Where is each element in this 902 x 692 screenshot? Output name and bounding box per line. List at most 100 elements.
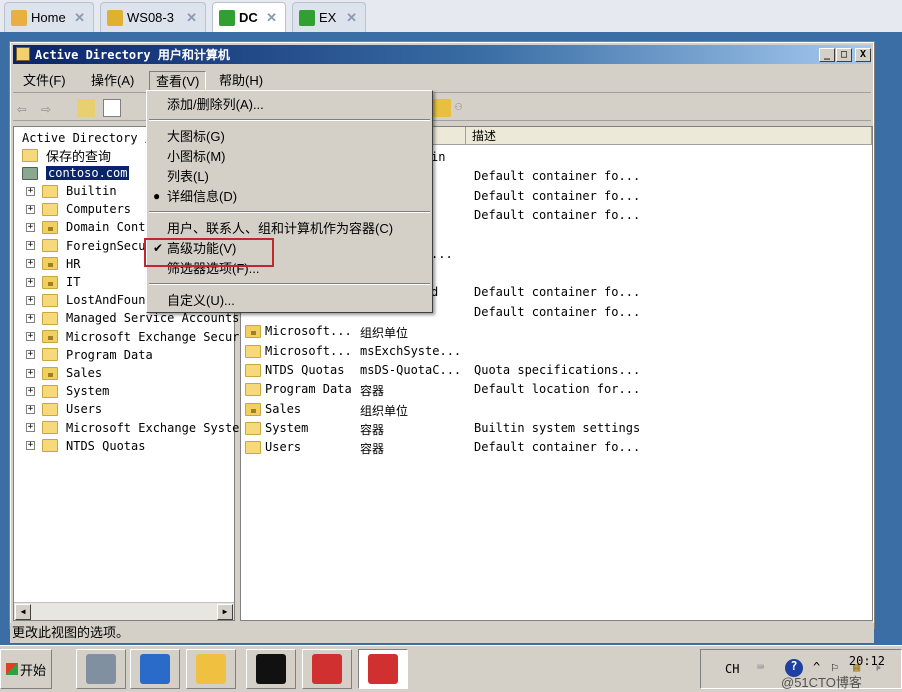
folder-icon — [42, 311, 58, 325]
scroll-left-button[interactable]: ◀ — [15, 604, 31, 620]
ou-icon — [42, 330, 58, 344]
tree-item[interactable]: + System — [26, 382, 109, 400]
view-menu-item[interactable]: 添加/删除列(A)... — [147, 95, 432, 114]
expand-icon[interactable]: + — [26, 241, 35, 251]
close-tab-icon[interactable]: ✕ — [266, 10, 277, 26]
scroll-right-button[interactable]: ▶ — [217, 604, 233, 620]
expand-icon[interactable]: + — [26, 350, 35, 360]
show-tree-icon[interactable] — [103, 99, 121, 117]
back-icon[interactable]: ⇦ — [17, 99, 35, 118]
expand-icon[interactable]: + — [26, 204, 35, 214]
expand-icon[interactable]: + — [26, 277, 35, 287]
expand-icon[interactable]: + — [26, 186, 35, 196]
list-row[interactable]: System 容器 Builtin system settings — [241, 419, 871, 438]
tree-item[interactable]: + LostAndFound — [26, 291, 153, 309]
tab-dc[interactable]: DC ✕ — [212, 2, 286, 32]
menu-separator — [149, 211, 430, 213]
toolbar: ⇦ ⇨ ⚇ — [13, 95, 871, 121]
close-tab-icon[interactable]: ✕ — [186, 10, 197, 26]
forward-icon[interactable]: ⇨ — [41, 99, 59, 118]
delegate-icon[interactable]: ⚇ — [455, 99, 473, 117]
tree-domain[interactable]: contoso.com — [22, 164, 130, 182]
tree-item[interactable]: + Builtin — [26, 182, 117, 200]
taskbar-powershell[interactable] — [130, 649, 180, 689]
ou-icon — [245, 325, 261, 339]
tree-root[interactable]: Active Directory 用 — [22, 128, 157, 146]
maximize-button[interactable]: □ — [836, 48, 852, 62]
server-manager-icon — [86, 654, 116, 684]
tree-item[interactable]: + NTDS Quotas — [26, 437, 145, 455]
menu-view[interactable]: 查看(V) — [149, 71, 207, 91]
tree-item[interactable]: + Microsoft Exchange Syste — [26, 419, 239, 437]
expand-icon[interactable]: + — [26, 295, 35, 305]
tree-item[interactable]: + Microsoft Exchange Secur — [26, 328, 239, 346]
view-menu-item[interactable]: 用户、联系人、组和计算机作为容器(C) — [147, 219, 432, 238]
expand-icon[interactable]: + — [26, 259, 35, 269]
close-tab-icon[interactable]: ✕ — [74, 10, 85, 26]
menu-bar: 文件(F) 操作(A) 查看(V) 帮助(H) — [13, 69, 871, 93]
view-menu-item[interactable]: ● 详细信息(D) — [147, 187, 432, 206]
tab-ws08-3[interactable]: WS08-3 ✕ — [100, 2, 206, 32]
tree-item[interactable]: + Program Data — [26, 346, 153, 364]
menu-action[interactable]: 操作(A) — [85, 71, 140, 91]
tree-saved-queries[interactable]: 保存的查询 — [22, 146, 111, 164]
menu-help[interactable]: 帮助(H) — [213, 71, 269, 91]
aduc-window: Active Directory 用户和计算机 _ □ X 文件(F) 操作(A)… — [9, 41, 875, 629]
view-menu-item[interactable]: 大图标(G) — [147, 127, 432, 146]
start-button[interactable]: 开始 — [0, 649, 52, 689]
tree-item[interactable]: + Computers — [26, 200, 131, 218]
folder-icon — [42, 293, 58, 307]
expand-icon[interactable]: + — [26, 386, 35, 396]
clock[interactable]: 20:12 — [825, 654, 885, 668]
list-row[interactable]: Microsoft... 组织单位 — [241, 322, 871, 341]
view-menu-dropdown: 添加/删除列(A)... 大图标(G) 小图标(M) 列表(L) ● 详细信息(D) 用户、… — [146, 90, 433, 313]
tab-ex[interactable]: EX ✕ — [292, 2, 366, 32]
list-row[interactable]: Program Data 容器 Default location for... — [241, 380, 871, 399]
close-button[interactable]: X — [855, 48, 871, 62]
tree-item[interactable]: + ForeignSecur — [26, 237, 153, 255]
list-row[interactable]: Users 容器 Default container fo... — [241, 438, 871, 457]
minimize-button[interactable]: _ — [819, 48, 835, 62]
expand-icon[interactable]: + — [26, 313, 35, 323]
expand-icon[interactable]: + — [26, 404, 35, 414]
expand-icon[interactable]: + — [26, 368, 35, 378]
close-tab-icon[interactable]: ✕ — [346, 10, 357, 26]
expand-icon[interactable]: + — [26, 441, 35, 451]
tab-home[interactable]: Home ✕ — [4, 2, 94, 32]
tree-item[interactable]: + IT — [26, 273, 80, 291]
list-row[interactable]: Sales 组织单位 — [241, 400, 871, 419]
horizontal-scrollbar[interactable]: ◀ ▶ — [14, 602, 234, 620]
view-menu-item[interactable]: 自定义(U)... — [147, 291, 432, 310]
taskbar-ad-tools[interactable] — [302, 649, 352, 689]
expand-icon[interactable]: + — [26, 332, 35, 342]
folder-icon — [42, 239, 58, 253]
view-menu-item[interactable]: 列表(L) — [147, 167, 432, 186]
radio-dot-icon: ● — [153, 189, 161, 203]
tree-item[interactable]: + HR — [26, 255, 80, 273]
tree-item[interactable]: + Domain Contr — [26, 218, 153, 236]
tree-item[interactable]: + Sales — [26, 364, 102, 382]
taskbar-ad-tools[interactable] — [358, 649, 408, 689]
taskbar-cmd[interactable] — [246, 649, 296, 689]
language-indicator[interactable]: CH — [725, 662, 739, 676]
menu-file[interactable]: 文件(F) — [17, 71, 72, 91]
view-menu-item[interactable]: 小图标(M) — [147, 147, 432, 166]
list-row[interactable]: NTDS Quotas msDS-QuotaC... Quota specifica… — [241, 361, 871, 380]
folder-icon — [245, 344, 261, 358]
filter-icon[interactable] — [433, 99, 451, 117]
keyboard-icon[interactable]: ⌨ — [757, 660, 764, 674]
taskbar-explorer[interactable] — [186, 649, 236, 689]
app-icon — [16, 47, 30, 61]
expand-icon[interactable]: + — [26, 423, 35, 433]
column-header-description[interactable]: 描述 — [466, 127, 872, 145]
tree-item[interactable]: + Users — [26, 400, 102, 418]
ou-icon — [245, 402, 261, 416]
status-bar: 更改此视图的选项。 — [10, 623, 874, 643]
folder-icon — [42, 202, 58, 216]
folder-icon — [245, 441, 261, 455]
up-folder-icon[interactable] — [77, 99, 95, 117]
expand-icon[interactable]: + — [26, 222, 35, 232]
vm-running-icon — [219, 9, 235, 26]
list-row[interactable]: Microsoft... msExchSyste... — [241, 342, 871, 361]
taskbar-server-manager[interactable] — [76, 649, 126, 689]
